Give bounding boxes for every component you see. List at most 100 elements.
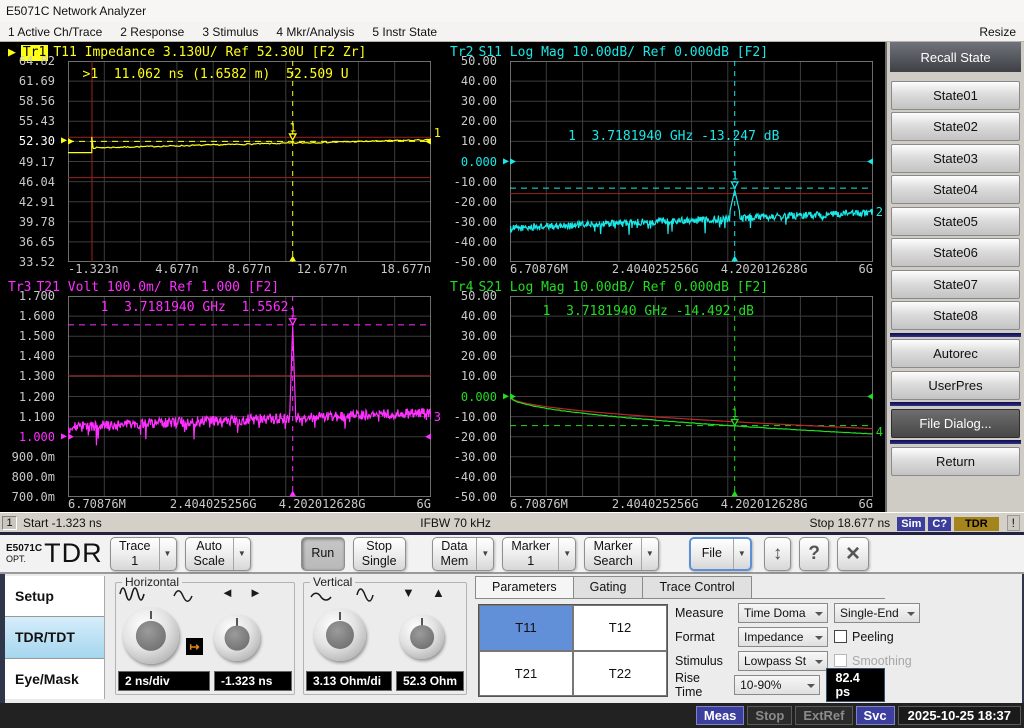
chevron-down-icon[interactable]: ▼ <box>159 538 176 570</box>
app-window: E5071C Network Analyzer 1 Active Ch/Trac… <box>0 0 1024 728</box>
chevron-down-icon[interactable]: ▼ <box>733 539 750 569</box>
level-up-icon[interactable]: ▲ <box>432 586 445 599</box>
tab-eye-mask[interactable]: Eye/Mask <box>5 659 104 699</box>
softkey-state07[interactable]: State07 <box>891 270 1020 299</box>
tab-setup[interactable]: Setup <box>5 576 104 617</box>
position-left-icon[interactable]: ◄ <box>221 586 234 599</box>
parameter-cell-t12[interactable]: T12 <box>573 605 667 651</box>
vertical-position-knob[interactable] <box>400 615 444 659</box>
measure-select[interactable]: Time Doma <box>738 603 828 623</box>
format-select[interactable]: Impedance <box>738 627 828 647</box>
risetime-select[interactable]: 10-90% <box>734 675 819 695</box>
softkey-state08[interactable]: State08 <box>891 301 1020 330</box>
y-tick-label: 40.00 <box>461 309 497 323</box>
tab-trace-control[interactable]: Trace Control <box>642 576 751 598</box>
stop-single-button[interactable]: StopSingle <box>353 537 406 571</box>
parameter-cell-t11[interactable]: T11 <box>479 605 573 651</box>
stimulus-select[interactable]: Lowpass St <box>738 651 828 671</box>
file-button-label: File <box>691 539 733 569</box>
tab-gating[interactable]: Gating <box>573 576 644 598</box>
main-area: ▶Tr1T11 Impedance 3.130U/ Ref 52.30U [F2… <box>0 42 1024 512</box>
plot-canvas-tr4: 1 <box>510 296 873 497</box>
graph-header-tr2: Tr2S11 Log Mag 10.00dB/ Ref 0.000dB [F2] <box>442 45 884 61</box>
close-icon: × <box>838 538 868 570</box>
menu-item-5[interactable]: 5 Instr State <box>372 25 437 39</box>
softkey-state02[interactable]: State02 <box>891 112 1020 141</box>
horizontal-scale-knob[interactable] <box>123 608 179 664</box>
peeling-checkbox[interactable] <box>834 630 847 643</box>
close-button[interactable]: × <box>837 537 869 571</box>
parameter-cell-t21[interactable]: T21 <box>479 651 573 697</box>
softkey-file-dialog-[interactable]: File Dialog... <box>891 409 1020 438</box>
status-badge-c: C? <box>928 517 951 531</box>
y-tick-label: 49.17 <box>19 155 55 169</box>
softkey-state05[interactable]: State05 <box>891 207 1020 236</box>
softkey-userpres[interactable]: UserPres <box>891 371 1020 400</box>
peeling-checkbox-row[interactable]: Peeling <box>834 630 894 644</box>
x-tick-label: 8.677n <box>228 262 271 276</box>
vertical-scale-knob[interactable] <box>314 609 366 661</box>
y-tick-label: -10.00 <box>454 410 497 424</box>
topology-select[interactable]: Single-End <box>834 603 920 623</box>
help-button[interactable]: ? <box>799 537 829 571</box>
x-tick-label: 2.404025256G <box>612 262 699 276</box>
resize-button[interactable]: Resize <box>979 25 1016 39</box>
chevron-down-icon[interactable]: ▼ <box>641 538 658 570</box>
chevron-down-icon[interactable]: ▼ <box>233 538 250 570</box>
horizontal-scale-value: 2 ns/div <box>118 671 210 691</box>
parameter-matrix: T11T12T21T22 <box>478 604 668 697</box>
vertical-group-title: Vertical <box>310 575 355 589</box>
file-button[interactable]: File▼ <box>689 537 752 571</box>
vna-screen: ▶Tr1T11 Impedance 3.130U/ Ref 52.30U [F2… <box>0 42 885 512</box>
graph-body-tr2: 50.0040.0030.0020.0010.00▶0.000-10.00-20… <box>442 61 884 262</box>
trace-number-tr2: 2 <box>876 205 883 219</box>
updown-button[interactable]: ↕ <box>764 537 792 571</box>
tab-tdr-tdt[interactable]: TDR/TDT <box>5 617 104 658</box>
softkey-separator <box>890 333 1021 337</box>
smoothing-checkbox-row: Smoothing <box>834 654 912 668</box>
chevron-down-icon[interactable]: ▼ <box>476 538 493 570</box>
position-right-icon[interactable]: ► <box>249 586 262 599</box>
run-button[interactable]: Run <box>301 537 345 571</box>
menu-item-2[interactable]: 2 Response <box>120 25 184 39</box>
graph-header-tr1: ▶Tr1T11 Impedance 3.130U/ Ref 52.30U [F2… <box>0 45 442 61</box>
data-mem-button[interactable]: DataMem▼ <box>432 537 495 571</box>
parameters-panel: ParametersGatingTrace Control T11T12T21T… <box>475 576 885 699</box>
graph-quadrant-tr4: Tr4S21 Log Mag 10.00dB/ Ref 0.000dB [F2]… <box>442 277 884 512</box>
trace-button[interactable]: Trace1▼ <box>110 537 177 571</box>
menu-item-3[interactable]: 3 Stimulus <box>202 25 258 39</box>
plot-canvas-tr1: 1 <box>68 61 431 262</box>
softkey-state04[interactable]: State04 <box>891 175 1020 204</box>
knob-cap <box>326 621 354 649</box>
vertical-group: Vertical ▼ ▲ 3.13 Ohm/di 52.3 Ohm <box>303 582 467 695</box>
chevron-down-icon[interactable]: ▼ <box>558 538 575 570</box>
softkey-state01[interactable]: State01 <box>891 81 1020 110</box>
ref-level-arrow-icon: ▶ <box>61 431 67 442</box>
menu-item-4[interactable]: 4 Mkr/Analysis <box>276 25 354 39</box>
softkey-autorec[interactable]: Autorec <box>891 339 1020 368</box>
vertical-scale-value: 3.13 Ohm/di <box>306 671 392 691</box>
softkey-state03[interactable]: State03 <box>891 144 1020 173</box>
marker-search-button[interactable]: MarkerSearch▼ <box>584 537 659 571</box>
plot-canvas-tr3: 1 <box>68 296 431 497</box>
marker-search-button-label: MarkerSearch <box>585 538 641 570</box>
alert-indicator: ! <box>1007 515 1020 531</box>
trace-title-tr3: T21 Volt 100.0m/ Ref 1.000 [F2] <box>36 280 279 296</box>
softkey-state06[interactable]: State06 <box>891 238 1020 267</box>
menu-item-1[interactable]: 1 Active Ch/Trace <box>8 25 102 39</box>
x-tick-label: 2.404025256G <box>612 497 699 511</box>
parameter-cell-t22[interactable]: T22 <box>573 651 667 697</box>
sine-wave-icon <box>356 587 374 602</box>
tdr-app-logo: E5071C OPT. TDR <box>6 538 102 569</box>
logo-model: E5071C <box>6 544 42 554</box>
tab-parameters[interactable]: Parameters <box>475 576 574 598</box>
level-down-icon[interactable]: ▼ <box>402 586 415 599</box>
softkey-separator <box>890 440 1021 444</box>
auto-scale-button[interactable]: AutoScale▼ <box>185 537 251 571</box>
horizontal-position-knob[interactable] <box>214 615 260 661</box>
mapsto-icon[interactable]: ↦ <box>186 638 203 655</box>
marker-1-button[interactable]: Marker1▼ <box>502 537 576 571</box>
mode-tabs: SetupTDR/TDTEye/Mask <box>5 576 105 699</box>
softkey-return[interactable]: Return <box>891 447 1020 476</box>
knob-cap <box>225 626 250 651</box>
